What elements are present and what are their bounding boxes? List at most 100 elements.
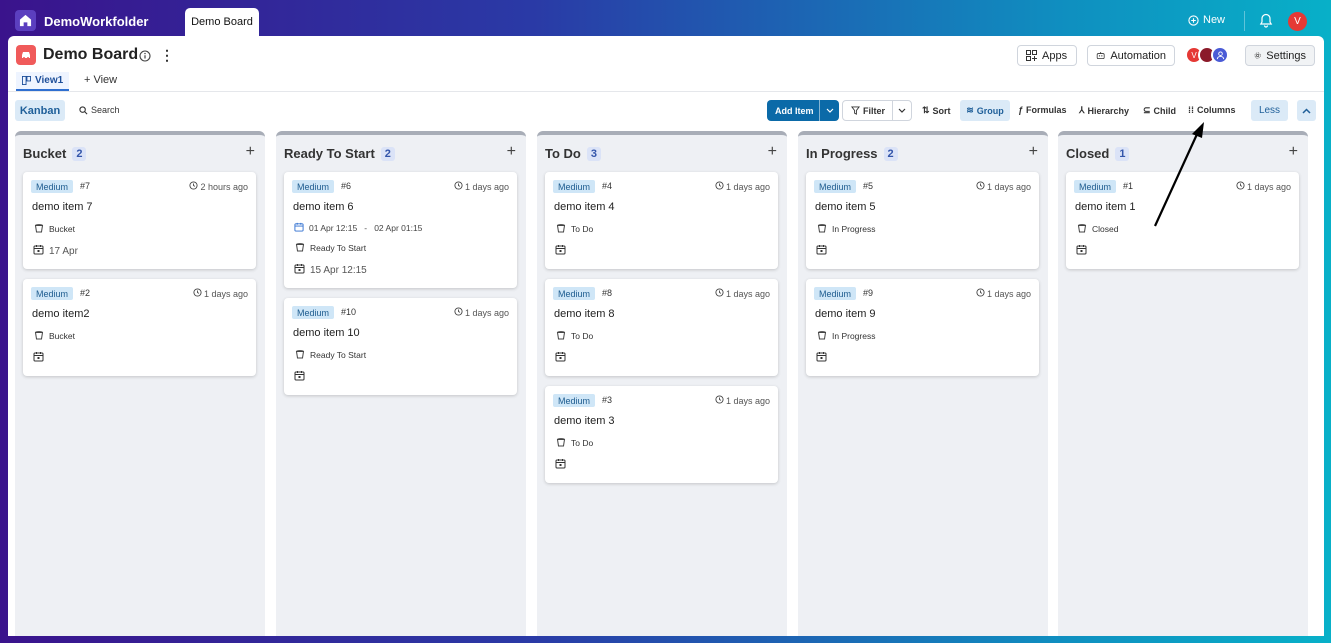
- add-card-icon[interactable]: +: [246, 143, 255, 161]
- sort-icon: ⇅: [922, 105, 930, 115]
- card-title[interactable]: demo item 8: [554, 308, 615, 320]
- calendar-icon: [294, 222, 304, 234]
- card-title[interactable]: demo item2: [32, 308, 89, 320]
- workspace-name[interactable]: DemoWorkfolder: [44, 14, 149, 29]
- hierarchy-button[interactable]: ⅄ Hierarchy: [1079, 105, 1129, 116]
- kanban-card[interactable]: Medium #6 1 days ago demo item 6 01 Apr 1…: [284, 172, 517, 288]
- due-date[interactable]: [33, 351, 49, 365]
- child-button[interactable]: ⊆ Child: [1143, 105, 1176, 116]
- column-title: Bucket: [23, 146, 67, 161]
- add-member-icon[interactable]: [1211, 46, 1229, 64]
- kanban-column: In Progress 2 + Medium #5 1 days ago demo…: [798, 131, 1048, 636]
- time-ago: 1 days ago: [986, 288, 1031, 299]
- due-date[interactable]: [555, 351, 571, 365]
- home-icon[interactable]: [15, 10, 36, 31]
- card-title[interactable]: demo item 5: [815, 201, 876, 213]
- timestamp: 1 days ago: [976, 288, 1031, 299]
- due-date[interactable]: 15 Apr 12:15: [294, 263, 367, 277]
- member-avatars[interactable]: V: [1185, 46, 1229, 64]
- less-button[interactable]: Less: [1251, 100, 1288, 121]
- kanban-card[interactable]: Medium #3 1 days ago demo item 3 To Do: [545, 386, 778, 483]
- bell-icon[interactable]: [1259, 13, 1273, 33]
- date-range-text: 01 Apr 12:15 - 02 Apr 01:15: [309, 223, 423, 233]
- kanban-card[interactable]: Medium #7 2 hours ago demo item 7 Bucket …: [23, 172, 256, 269]
- info-icon[interactable]: [139, 49, 151, 67]
- function-icon: ƒ: [1018, 105, 1024, 115]
- due-date[interactable]: [1076, 244, 1092, 258]
- view-icon: [22, 76, 31, 85]
- search-label: Search: [91, 105, 120, 115]
- search-button[interactable]: Search: [79, 105, 120, 115]
- group-button[interactable]: ≋ Group: [960, 100, 1010, 121]
- priority-badge: Medium: [553, 394, 596, 407]
- chevron-down-icon[interactable]: [819, 100, 839, 121]
- tab-view1[interactable]: View1: [16, 72, 70, 91]
- group-label: Group: [976, 105, 1004, 116]
- priority-badge: Medium: [553, 180, 596, 193]
- card-title[interactable]: demo item 10: [293, 327, 360, 339]
- chevron-down-icon[interactable]: [891, 101, 911, 120]
- status-label: Ready To Start: [295, 242, 366, 254]
- timestamp: 1 days ago: [976, 181, 1031, 192]
- timestamp: 2 hours ago: [189, 181, 248, 192]
- time-ago: 1 days ago: [203, 288, 248, 299]
- chevron-up-icon[interactable]: [1297, 100, 1316, 121]
- card-title[interactable]: demo item 4: [554, 201, 615, 213]
- sort-button[interactable]: ⇅ Sort: [922, 105, 951, 116]
- due-date[interactable]: [555, 458, 571, 472]
- card-title[interactable]: demo item 7: [32, 201, 93, 213]
- status-label: Bucket: [34, 330, 75, 342]
- tab-demo-board[interactable]: Demo Board: [185, 8, 259, 36]
- new-button[interactable]: New: [1188, 14, 1225, 26]
- kanban-card[interactable]: Medium #8 1 days ago demo item 8 To Do: [545, 279, 778, 376]
- item-id: #7: [80, 181, 91, 191]
- card-title[interactable]: demo item 6: [293, 201, 354, 213]
- user-avatar[interactable]: V: [1288, 12, 1307, 31]
- add-card-icon[interactable]: +: [1289, 143, 1298, 161]
- filter-icon: [851, 106, 860, 115]
- add-card-icon[interactable]: +: [1029, 143, 1038, 161]
- add-card-icon[interactable]: +: [768, 143, 777, 161]
- time-ago: 1 days ago: [464, 307, 509, 318]
- due-date[interactable]: [555, 244, 571, 258]
- more-vertical-icon[interactable]: ⋮: [160, 47, 174, 64]
- card-title[interactable]: demo item 9: [815, 308, 876, 320]
- column-header: In Progress 2: [806, 146, 898, 161]
- bucket-icon: [556, 437, 566, 449]
- add-view-button[interactable]: + View: [84, 74, 117, 86]
- filter-button[interactable]: Filter: [842, 100, 912, 121]
- apps-button[interactable]: Apps: [1017, 45, 1077, 66]
- time-ago: 1 days ago: [725, 181, 770, 192]
- due-date[interactable]: [294, 370, 310, 384]
- item-id: #4: [602, 181, 613, 191]
- calendar-icon: [294, 370, 305, 384]
- main-panel: Demo Board ⋮ Apps Automation V Settings …: [8, 36, 1324, 636]
- status-label: In Progress: [817, 330, 875, 342]
- due-date[interactable]: [816, 351, 832, 365]
- kanban-button[interactable]: Kanban: [15, 100, 65, 121]
- due-date[interactable]: [816, 244, 832, 258]
- add-item-button[interactable]: Add Item: [767, 100, 839, 121]
- status-label: Closed: [1077, 223, 1118, 235]
- automation-button[interactable]: Automation: [1087, 45, 1175, 66]
- status-label: To Do: [556, 223, 593, 235]
- formulas-button[interactable]: ƒ Formulas: [1018, 105, 1067, 115]
- settings-button[interactable]: Settings: [1245, 45, 1315, 66]
- page-title: Demo Board: [43, 46, 139, 63]
- column-count-badge: 2: [883, 146, 898, 161]
- item-id: #8: [602, 288, 613, 298]
- clock-icon: [715, 181, 724, 192]
- kanban-card[interactable]: Medium #10 1 days ago demo item 10 Ready …: [284, 298, 517, 395]
- due-date[interactable]: 17 Apr: [33, 244, 78, 258]
- kanban-card[interactable]: Medium #9 1 days ago demo item 9 In Progr…: [806, 279, 1039, 376]
- card-title[interactable]: demo item 1: [1075, 201, 1136, 213]
- column-title: Ready To Start: [284, 146, 375, 161]
- kanban-card[interactable]: Medium #4 1 days ago demo item 4 To Do: [545, 172, 778, 269]
- kanban-card[interactable]: Medium #2 1 days ago demo item2 Bucket: [23, 279, 256, 376]
- time-ago: 2 hours ago: [200, 181, 248, 192]
- kanban-card[interactable]: Medium #5 1 days ago demo item 5 In Progr…: [806, 172, 1039, 269]
- card-title[interactable]: demo item 3: [554, 415, 615, 427]
- add-card-icon[interactable]: +: [507, 143, 516, 161]
- clock-icon: [193, 288, 202, 299]
- columns-button[interactable]: ⁞⁞ Columns: [1188, 105, 1236, 115]
